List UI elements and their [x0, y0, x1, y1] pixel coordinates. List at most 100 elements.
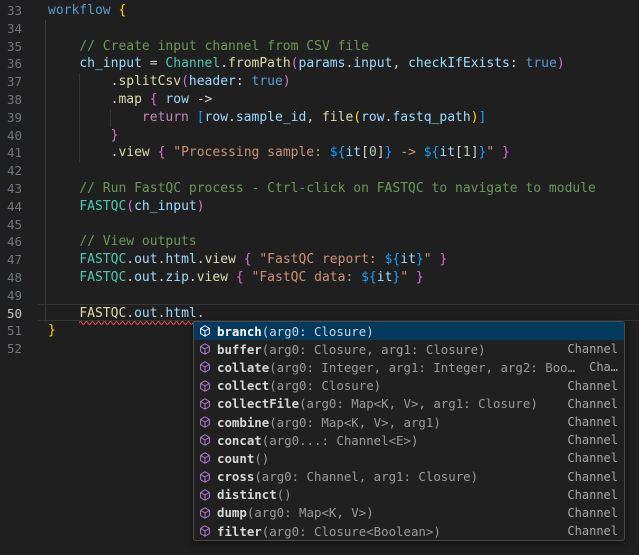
token: ) — [197, 199, 205, 214]
line-number[interactable]: 44 — [0, 198, 22, 216]
suggest-item-name: collate — [217, 360, 269, 375]
token — [244, 270, 252, 285]
line-number[interactable]: 45 — [0, 216, 22, 234]
token: "Processing sample: — [173, 145, 330, 160]
token: FASTQC — [79, 270, 126, 285]
suggest-item-signature: (arg0: Closure) — [262, 324, 374, 339]
code-line[interactable]: 33workflow { — [0, 2, 639, 20]
line-number[interactable]: 37 — [0, 73, 22, 91]
code-line-text: } — [48, 127, 118, 145]
suggest-item-count[interactable]: count()Channel — [194, 449, 624, 467]
code-line[interactable]: 49 — [0, 287, 639, 305]
code-line-text: // Create input channel from CSV file — [48, 38, 369, 56]
token: } — [502, 145, 510, 160]
token: // Create input channel from CSV file — [79, 39, 369, 54]
code-line[interactable]: 39 return [row.sample_id, file(row.fastq… — [0, 109, 639, 127]
suggest-item-cross[interactable]: cross(arg0: Channel, arg1: Closure)Chann… — [194, 468, 624, 486]
token — [48, 252, 79, 267]
token: // View outputs — [79, 234, 196, 249]
token: sample_id — [236, 110, 306, 125]
line-number[interactable]: 49 — [0, 287, 22, 305]
code-line[interactable]: 42 — [0, 162, 639, 180]
token: ) — [557, 56, 565, 71]
line-number[interactable]: 39 — [0, 109, 22, 127]
line-number[interactable]: 46 — [0, 233, 22, 251]
code-line[interactable]: 47 FASTQC.out.html.view { "FastQC report… — [0, 251, 639, 269]
code-line-text: .map { row -> — [48, 91, 212, 109]
token: " — [486, 145, 494, 160]
line-number[interactable]: 48 — [0, 269, 22, 287]
token — [48, 110, 142, 125]
token: checkIfExists — [408, 56, 510, 71]
token: input — [353, 56, 392, 71]
suggest-item-branch[interactable]: branch(arg0: Closure) — [194, 322, 624, 340]
token — [48, 74, 111, 89]
code-line[interactable]: 45 — [0, 216, 639, 234]
token: it — [377, 270, 393, 285]
symbol-method-icon — [197, 523, 213, 539]
code-line[interactable]: 43 // Run FastQC process - Ctrl-click on… — [0, 180, 639, 198]
code-line[interactable]: 37 .splitCsv(header: true) — [0, 73, 639, 91]
line-number[interactable]: 40 — [0, 127, 22, 145]
suggest-item-collect[interactable]: collect(arg0: Closure) Channel — [194, 377, 624, 395]
code-line[interactable]: 48 FASTQC.out.zip.view { "FastQC data: $… — [0, 269, 639, 287]
token: view — [118, 145, 149, 160]
token: . — [220, 56, 228, 71]
suggest-item-filter[interactable]: filter(arg0: Closure<Boolean>)Channel — [194, 522, 624, 540]
token — [48, 128, 111, 143]
code-line[interactable]: 40 } — [0, 127, 639, 145]
token — [408, 270, 416, 285]
token: map — [118, 92, 141, 107]
token — [228, 270, 236, 285]
token: html — [165, 252, 196, 267]
suggest-item-name: collect — [217, 378, 269, 393]
line-number[interactable]: 36 — [0, 55, 22, 73]
symbol-method-icon — [197, 359, 213, 375]
suggest-item-collate[interactable]: collate(arg0: Integer, arg1: Integer, ar… — [194, 358, 624, 376]
line-number[interactable]: 34 — [0, 20, 22, 38]
line-number[interactable]: 35 — [0, 38, 22, 56]
suggest-item-distinct[interactable]: distinct()Channel — [194, 486, 624, 504]
line-number[interactable]: 33 — [0, 2, 22, 20]
suggest-item-detail: Channel — [559, 379, 618, 393]
code-line[interactable]: 36 ch_input = Channel.fromPath(params.in… — [0, 55, 639, 73]
line-number[interactable]: 47 — [0, 251, 22, 269]
line-number[interactable]: 50 — [0, 305, 22, 323]
line-number[interactable]: 52 — [0, 340, 22, 358]
suggest-item-concat[interactable]: concat(arg0...: Channel<E>)Channel — [194, 431, 624, 449]
token: ${ — [385, 252, 401, 267]
code-line[interactable]: 46 // View outputs — [0, 233, 639, 251]
suggest-item-combine[interactable]: combine(arg0: Map<K, V>, arg1)Channel — [194, 413, 624, 431]
token: . — [228, 110, 236, 125]
line-number[interactable]: 51 — [0, 322, 22, 340]
line-number[interactable]: 41 — [0, 144, 22, 162]
token: = — [142, 56, 165, 71]
suggest-item-dump[interactable]: dump(arg0: Map<K, V>)Channel — [194, 504, 624, 522]
token: it — [345, 145, 361, 160]
suggest-item-signature: () — [254, 451, 269, 466]
line-number[interactable]: 42 — [0, 162, 22, 180]
code-line[interactable]: 34 — [0, 20, 639, 38]
code-line[interactable]: 38 .map { row -> — [0, 91, 639, 109]
line-number[interactable]: 43 — [0, 180, 22, 198]
token: fromPath — [228, 56, 291, 71]
suggest-item-signature: (arg0: Closure) — [269, 378, 381, 393]
token: ( — [126, 199, 134, 214]
token: { — [236, 270, 244, 285]
code-line[interactable]: 41 .view { "Processing sample: ${it[0]} … — [0, 144, 639, 162]
token: [ — [455, 145, 463, 160]
token: } — [111, 128, 119, 143]
token: . — [126, 306, 134, 321]
line-number[interactable]: 38 — [0, 91, 22, 109]
token: } — [48, 323, 56, 338]
token: " — [400, 270, 408, 285]
token: { — [150, 92, 158, 107]
token: . — [189, 270, 197, 285]
suggest-item-buffer[interactable]: buffer(arg0: Closure, arg1: Closure)Chan… — [194, 340, 624, 358]
suggest-item-collectFile[interactable]: collectFile(arg0: Map<K, V>, arg1: Closu… — [194, 395, 624, 413]
token: true — [252, 74, 283, 89]
token: row — [205, 110, 228, 125]
suggest-item-signature: (arg0: Closure, arg1: Closure) — [262, 342, 486, 357]
code-line[interactable]: 44 FASTQC(ch_input) — [0, 198, 639, 216]
code-line[interactable]: 35 // Create input channel from CSV file — [0, 38, 639, 56]
